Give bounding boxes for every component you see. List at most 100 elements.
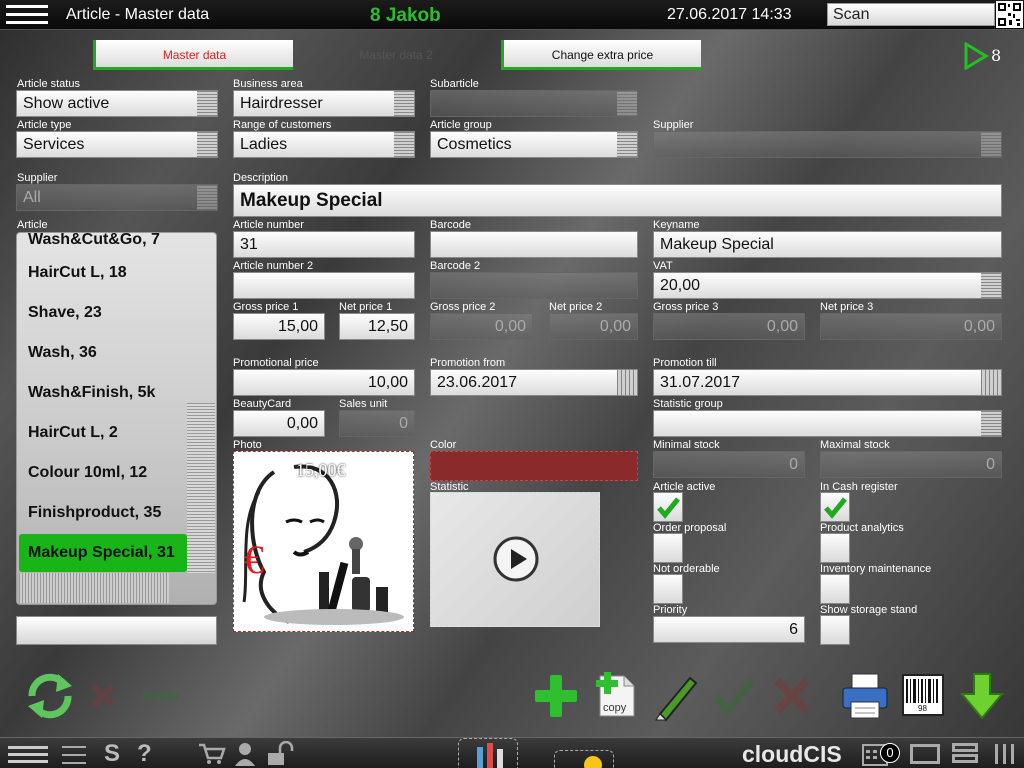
article-search-input[interactable]: [16, 616, 217, 645]
dropdown-handle[interactable]: [197, 132, 217, 157]
add-icon[interactable]: [532, 672, 580, 720]
columns-icon[interactable]: [993, 744, 1017, 766]
dropdown-handle[interactable]: [197, 91, 217, 116]
in-cash-register-checkbox[interactable]: [820, 492, 850, 522]
flask-icon: [477, 743, 503, 768]
title-bar: Article - Master data 8 Jakob 27.06.2017…: [0, 0, 1024, 30]
article-status-value: Show active: [23, 95, 110, 112]
tab-master-data-2[interactable]: Master data 2: [296, 40, 496, 70]
split-view-icon[interactable]: [952, 743, 978, 765]
promo-till-date[interactable]: 31.07.2017: [653, 369, 1002, 396]
list-item[interactable]: Wash, 36: [19, 334, 187, 372]
calendar-icon[interactable]: [981, 370, 1001, 395]
notification-badge: 0: [880, 743, 900, 763]
gross-price1-input[interactable]: 15,00: [233, 313, 325, 340]
net-price2-input: 0,00: [549, 313, 638, 340]
promo-till-label: Promotion till: [653, 357, 717, 369]
barcode-input[interactable]: [430, 231, 638, 258]
dropdown-handle[interactable]: [981, 273, 1001, 298]
sales-icon[interactable]: S: [104, 740, 120, 768]
list-item[interactable]: Finishproduct, 35: [19, 494, 187, 532]
calendar-icon[interactable]: [617, 370, 637, 395]
dropdown-handle[interactable]: [617, 132, 637, 157]
list-item[interactable]: Shave, 23: [19, 294, 187, 332]
color-picker[interactable]: [430, 451, 638, 481]
list-item[interactable]: Wash&Finish, 5k: [19, 374, 187, 412]
article-type-select[interactable]: Services: [16, 131, 218, 158]
list-scrollbar[interactable]: [187, 403, 215, 573]
net-price1-label: Net price 1: [339, 301, 393, 313]
dropdown-handle[interactable]: [394, 91, 414, 116]
lab-app-button[interactable]: [458, 738, 518, 768]
inventory-maintenance-checkbox[interactable]: [820, 574, 850, 604]
article-status-select[interactable]: Show active: [16, 90, 218, 117]
article-status-label: Article status: [17, 78, 80, 90]
list-icon[interactable]: [62, 746, 86, 764]
save-download-icon[interactable]: [958, 672, 1006, 720]
beautycard-input[interactable]: 0,00: [233, 410, 325, 437]
article-photo[interactable]: 15,00€ €: [233, 451, 414, 632]
scan-input[interactable]: Scan: [827, 3, 995, 26]
show-storage-stand-checkbox[interactable]: [820, 615, 850, 645]
dropdown-handle: [981, 132, 1001, 157]
description-label: Description: [233, 172, 289, 184]
list-item[interactable]: HairCut L, 2: [19, 414, 187, 452]
product-analytics-checkbox[interactable]: [820, 533, 850, 563]
order-proposal-checkbox[interactable]: [653, 533, 683, 563]
article-group-select[interactable]: Cosmetics: [430, 131, 638, 158]
list-item-selected[interactable]: Makeup Special, 31: [19, 534, 187, 572]
list-horizontal-scrollbar[interactable]: [19, 573, 169, 603]
keyname-input[interactable]: Makeup Special: [653, 231, 1002, 258]
window-icon[interactable]: [910, 744, 940, 764]
barcode-button[interactable]: 98: [902, 674, 944, 716]
next-record-button[interactable]: 8: [963, 40, 1015, 70]
priority-input[interactable]: 6: [653, 616, 805, 643]
dropdown-handle[interactable]: [394, 132, 414, 157]
article-active-checkbox[interactable]: [653, 492, 683, 522]
edit-pen-icon[interactable]: [650, 670, 702, 722]
current-user[interactable]: 8 Jakob: [370, 5, 441, 27]
article-list[interactable]: Wash&Cut&Go, 7 HairCut L, 18 Shave, 23 W…: [16, 232, 217, 605]
window-title: Article - Master data: [66, 6, 210, 23]
cart-icon[interactable]: [198, 743, 226, 765]
subarticle-select: [430, 90, 638, 117]
refresh-icon[interactable]: [24, 672, 76, 720]
help-icon[interactable]: ?: [137, 740, 152, 768]
dropdown-handle[interactable]: [981, 411, 1001, 436]
brand-logo: cloudCIS: [742, 741, 842, 767]
article-number-input[interactable]: 31: [233, 231, 415, 258]
idea-app-button[interactable]: [554, 750, 614, 768]
article-number2-label: Article number 2: [233, 260, 314, 272]
article-number2-input[interactable]: [233, 272, 415, 299]
promo-price-input[interactable]: 10,00: [233, 369, 415, 396]
business-area-select[interactable]: Hairdresser: [233, 90, 415, 117]
cancel-icon: [774, 678, 810, 714]
barcode-label: Barcode: [430, 219, 471, 231]
list-item[interactable]: HairCut L, 18: [19, 254, 187, 292]
calendar-button[interactable]: 0: [862, 742, 902, 766]
article-type-value: Services: [23, 136, 85, 153]
menu-icon[interactable]: [8, 746, 48, 764]
play-icon[interactable]: [492, 535, 540, 583]
net-price1-input[interactable]: 12,50: [339, 313, 415, 340]
description-input[interactable]: Makeup Special: [233, 184, 1002, 217]
min-stock-label: Minimal stock: [653, 439, 720, 451]
menu-icon[interactable]: [6, 5, 48, 25]
lock-icon[interactable]: [266, 741, 296, 767]
qr-code-icon[interactable]: [996, 1, 1023, 28]
vat-select[interactable]: 20,00: [653, 272, 1002, 299]
tab-change-extra-price[interactable]: Change extra price: [501, 40, 701, 70]
printer-icon[interactable]: [840, 672, 890, 720]
not-orderable-checkbox[interactable]: [653, 574, 683, 604]
statistic-group-select[interactable]: [653, 410, 1002, 437]
range-customers-select[interactable]: Ladies: [233, 131, 415, 158]
copy-button[interactable]: copy: [594, 672, 638, 718]
dropdown-handle: [617, 91, 637, 116]
supplier-select: All: [16, 184, 218, 211]
promo-from-date[interactable]: 23.06.2017: [430, 369, 638, 396]
tab-master-data[interactable]: Master data: [93, 40, 293, 70]
copy-label: copy: [603, 702, 627, 714]
list-item[interactable]: Colour 10ml, 12: [19, 454, 187, 492]
statistic-panel[interactable]: [430, 492, 600, 627]
user-icon[interactable]: [234, 742, 256, 766]
